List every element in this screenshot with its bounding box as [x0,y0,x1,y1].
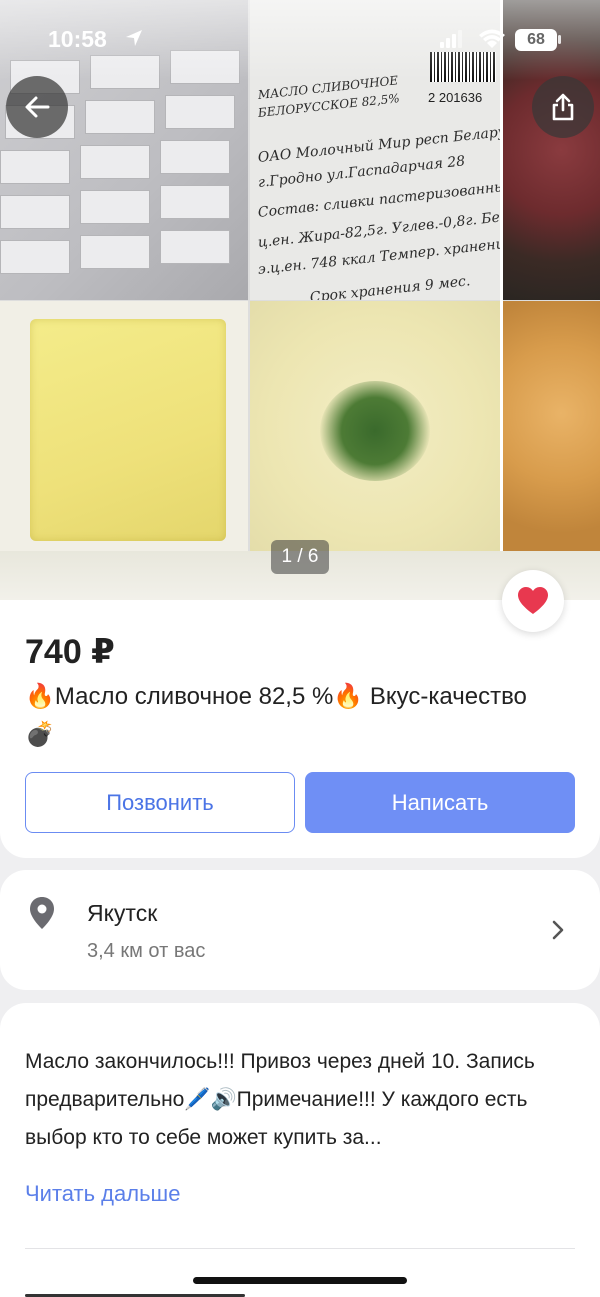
photo-herb-sauce[interactable] [250,301,500,551]
location-pin-icon [30,897,54,929]
location-arrow-icon [126,30,142,46]
back-arrow-icon [25,96,50,118]
listing-card: 740 ₽ 🔥Масло сливочное 82,5 %🔥 Вкус-каче… [0,600,600,858]
heart-icon [518,587,548,614]
photo-counter: 1 / 6 [271,540,329,574]
call-button[interactable]: Позвонить [25,772,295,833]
location-city: Якутск [87,900,158,926]
divider [25,1248,575,1249]
description-text: Масло закончилось!!! Привоз через дней 1… [25,1050,535,1149]
write-button[interactable]: Написать [305,772,575,833]
label-code: 2 201636 [428,90,483,105]
chevron-right-icon [552,920,564,940]
price: 740 ₽ [25,633,115,671]
status-bar: 10:58 68 [0,0,600,80]
photo-pie[interactable] [503,301,600,551]
photo-gallery[interactable]: 2 201636 МАСЛО СЛИВОЧНОЕ БЕЛОРУССКОЕ 82,… [0,0,600,600]
photo-butter-slab[interactable] [0,301,248,551]
share-icon [552,93,574,121]
read-more-link[interactable]: Читать дальше [25,1181,180,1207]
favorite-button[interactable] [502,570,564,632]
back-button[interactable] [6,76,68,138]
label-line: Срок хранения 9 мес. [309,273,472,300]
next-section-peek [25,1286,575,1297]
listing-title: 🔥Масло сливочное 82,5 %🔥 Вкус-качество💣 [25,683,527,748]
status-time: 10:58 [48,26,107,52]
signal-icon [440,30,462,48]
description-card: Масло закончилось!!! Привоз через дней 1… [0,1003,600,1297]
battery-icon: 68 [515,29,557,51]
location-card[interactable]: Якутск 3,4 км от вас [0,870,600,990]
location-distance: 3,4 км от вас [87,940,206,962]
home-indicator[interactable] [193,1277,407,1284]
wifi-icon [479,29,505,48]
share-button[interactable] [532,76,594,138]
